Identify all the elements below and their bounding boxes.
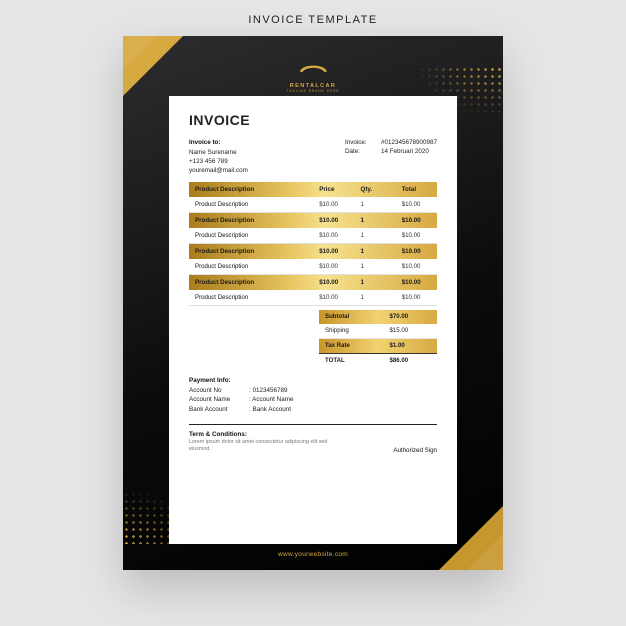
car-icon xyxy=(296,62,330,76)
cell-price: $10.00 xyxy=(313,243,354,259)
invoice-sheet: INVOICE Invoice to: Name Surename +123 4… xyxy=(169,96,457,544)
brand-logo: RENTALCAR TAGLINE BRAND HERE xyxy=(286,62,339,93)
items-table: Product Description Price Qty. Total Pro… xyxy=(189,182,437,306)
shipping-label: Shipping xyxy=(319,324,384,339)
invoice-meta: Invoice: #012345678900987 Date: 14 Februar… xyxy=(345,138,437,176)
table-row: Product Description$10.001$10.00 xyxy=(189,274,437,290)
cell-desc: Product Description xyxy=(189,259,313,275)
cell-price: $10.00 xyxy=(313,228,354,244)
col-total: Total xyxy=(396,182,437,197)
table-row: Product Description$10.001$10.00 xyxy=(189,228,437,244)
col-desc: Product Description xyxy=(189,182,313,197)
terms-label: Term & Conditions: xyxy=(189,431,339,438)
table-row: Product Description$10.001$10.00 xyxy=(189,259,437,275)
subtotal-label: Subtotal xyxy=(319,310,384,324)
meta-block: Invoice to: Name Surename +123 456 789 y… xyxy=(189,138,437,176)
payment-info: Payment Info: Account No : 0123456789 Acc… xyxy=(189,376,437,415)
payment-label: Payment Info: xyxy=(189,376,437,385)
payment-account-value: : 0123456789 xyxy=(249,386,288,395)
table-row: Product Description$10.001$10.00 xyxy=(189,197,437,213)
payment-account-label: Account No xyxy=(189,386,245,395)
cell-desc: Product Description xyxy=(189,197,313,213)
payment-bank-value: : Bank Account xyxy=(249,405,291,414)
cell-desc: Product Description xyxy=(189,274,313,290)
table-header: Product Description Price Qty. Total xyxy=(189,182,437,197)
summary-block: Subtotal$70.00 Shipping$15.00 Tax Rate$1… xyxy=(189,310,437,368)
tax-label: Tax Rate xyxy=(319,338,384,353)
terms-text: Lorem ipsum dolor sit amet consectetur a… xyxy=(189,439,339,454)
total-value: $86.00 xyxy=(384,353,438,368)
meta-invoice-label: Invoice: xyxy=(345,138,375,147)
divider xyxy=(189,424,437,425)
cell-total: $10.00 xyxy=(396,212,437,228)
col-price: Price xyxy=(313,182,354,197)
cell-price: $10.00 xyxy=(313,197,354,213)
corner-tl xyxy=(123,36,183,96)
cell-price: $10.00 xyxy=(313,290,354,306)
payment-name-value: : Account Name xyxy=(249,395,293,404)
cell-qty: 1 xyxy=(355,228,396,244)
table-row: Product Description$10.001$10.00 xyxy=(189,212,437,228)
invoice-page: RENTALCAR TAGLINE BRAND HERE INVOICE Inv… xyxy=(123,36,503,570)
meta-date-label: Date: xyxy=(345,147,375,156)
subtotal-value: $70.00 xyxy=(384,310,438,324)
page-caption: INVOICE TEMPLATE xyxy=(248,14,377,26)
tax-value: $1.00 xyxy=(384,338,438,353)
meta-date-value: 14 Februari 2020 xyxy=(381,147,429,156)
cell-qty: 1 xyxy=(355,290,396,306)
authorized-sign: Authorized Sign xyxy=(393,447,437,454)
cell-total: $10.00 xyxy=(396,228,437,244)
invoice-to-label: Invoice to: xyxy=(189,138,248,147)
cell-qty: 1 xyxy=(355,243,396,259)
cell-total: $10.00 xyxy=(396,197,437,213)
cell-price: $10.00 xyxy=(313,259,354,275)
cell-qty: 1 xyxy=(355,274,396,290)
table-row: Product Description$10.001$10.00 xyxy=(189,290,437,306)
cell-desc: Product Description xyxy=(189,228,313,244)
invoice-to: Invoice to: Name Surename +123 456 789 y… xyxy=(189,138,248,176)
cell-total: $10.00 xyxy=(396,259,437,275)
cell-qty: 1 xyxy=(355,212,396,228)
cell-desc: Product Description xyxy=(189,212,313,228)
invoice-to-phone: +123 456 789 xyxy=(189,157,248,166)
cell-qty: 1 xyxy=(355,259,396,275)
invoice-title: INVOICE xyxy=(189,112,437,128)
website: www.yourwebsite.com xyxy=(278,551,348,558)
invoice-to-email: youremail@mail.com xyxy=(189,166,248,175)
table-row: Product Description$10.001$10.00 xyxy=(189,243,437,259)
meta-invoice-number: #012345678900987 xyxy=(381,138,437,147)
shipping-value: $15.00 xyxy=(384,324,438,339)
cell-price: $10.00 xyxy=(313,212,354,228)
cell-qty: 1 xyxy=(355,197,396,213)
cell-price: $10.00 xyxy=(313,274,354,290)
payment-name-label: Account Name xyxy=(189,395,245,404)
cell-total: $10.00 xyxy=(396,274,437,290)
bottom-row: Term & Conditions: Lorem ipsum dolor sit… xyxy=(189,431,437,454)
brand-tagline: TAGLINE BRAND HERE xyxy=(286,89,339,93)
cell-desc: Product Description xyxy=(189,290,313,306)
cell-total: $10.00 xyxy=(396,243,437,259)
cell-total: $10.00 xyxy=(396,290,437,306)
cell-desc: Product Description xyxy=(189,243,313,259)
invoice-to-name: Name Surename xyxy=(189,148,248,157)
payment-bank-label: Bank Account xyxy=(189,405,245,414)
total-label: TOTAL xyxy=(319,353,384,368)
terms: Term & Conditions: Lorem ipsum dolor sit… xyxy=(189,431,339,454)
col-qty: Qty. xyxy=(355,182,396,197)
